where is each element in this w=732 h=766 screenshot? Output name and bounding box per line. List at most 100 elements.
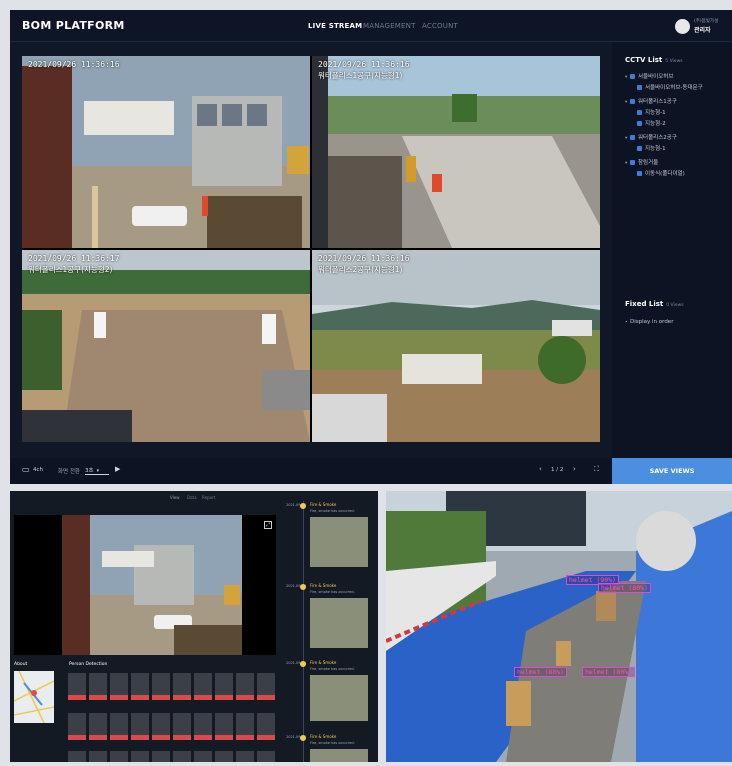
tree-item[interactable]: ▾ 서울바이오허브	[625, 72, 673, 80]
prev-page-icon[interactable]: ‹	[539, 465, 542, 473]
camera-tile[interactable]: 2021/09/26 11:36:17 워터폴리스1공구(지능형2)	[22, 250, 310, 442]
live-stream-app: BOM PLATFORM LIVE STREAM MANAGEMENT ACCO…	[10, 10, 732, 484]
monitor-icon: ▭	[22, 465, 30, 474]
detection-box[interactable]: helmet (88%)	[514, 667, 567, 677]
tab-live-stream[interactable]: LIVE STREAM	[308, 22, 362, 30]
tree-item[interactable]: 이동식(풀다이얼)	[637, 169, 685, 177]
tree-item[interactable]: 서울바이오허브-동대문구	[637, 83, 703, 91]
event-desc: Fire, smoke has occurred.	[310, 590, 355, 594]
tree-item[interactable]: ▾ 워터폴리스1공구	[625, 97, 677, 105]
camera-feed-1	[22, 56, 310, 248]
tree-label: 서울바이오허브-동대문구	[645, 85, 703, 91]
user-name: 관리자	[694, 27, 711, 34]
about-title: About	[14, 662, 28, 667]
tree-label: 워터폴리스1공구	[638, 99, 677, 105]
tree-item[interactable]: ▾ 워터폴리스2공구	[625, 133, 677, 141]
checkbox-icon[interactable]	[630, 160, 635, 165]
event-dot	[300, 661, 306, 667]
event-detail-app: View Data Report ⤢ About Person Detectio…	[10, 491, 378, 762]
channel-count[interactable]: 4ch	[33, 467, 43, 473]
event-title[interactable]: Fire & Smoke	[310, 734, 336, 739]
event-desc: Fire, smoke has occurred.	[310, 509, 355, 513]
checkbox-icon[interactable]	[637, 171, 642, 176]
tree-label: 이동식(풀다이얼)	[645, 171, 685, 177]
event-desc: Fire, smoke has occurred.	[310, 741, 355, 745]
brand-logo[interactable]: BOM PLATFORM	[22, 19, 125, 32]
camera-timestamp: 2021/09/26 11:36:16	[28, 60, 120, 69]
helmet-detection-view: helmet (90%) helmet (80%) helmet (88%) h…	[386, 491, 732, 762]
fixed-title-text: Fixed List	[625, 300, 664, 308]
camera-grid: 2021/09/26 11:36:16 2021/09/26 11:36:16 …	[22, 56, 600, 442]
fixed-item[interactable]: • Display in order	[625, 319, 673, 325]
chevron-down-icon: ▾	[96, 468, 100, 474]
play-icon[interactable]: ▶	[115, 465, 120, 473]
event-dot	[300, 735, 306, 741]
camera-feed-2	[312, 56, 600, 248]
tree-item[interactable]: 지능형-1	[637, 144, 666, 152]
camera-feed-4	[312, 250, 600, 442]
avatar[interactable]	[675, 19, 690, 34]
event-video[interactable]	[14, 515, 276, 655]
location-map[interactable]	[13, 670, 55, 724]
tree-item[interactable]: 지능형-2	[637, 119, 666, 127]
tab-data[interactable]: Data	[187, 495, 197, 500]
save-views-button[interactable]: SAVE VIEWS	[612, 458, 732, 484]
checkbox-icon[interactable]	[637, 121, 642, 126]
camera-timestamp: 2021/09/26 11:36:16	[318, 60, 410, 69]
event-thumb[interactable]	[310, 598, 368, 648]
map-image	[13, 670, 55, 724]
event-thumb[interactable]	[310, 517, 368, 567]
camera-timestamp: 2021/09/26 11:36:16	[318, 254, 410, 263]
fixed-count: 0 Views	[666, 303, 684, 308]
camera-timestamp: 2021/09/26 11:36:17	[28, 254, 120, 263]
tree-label: 참림거울	[638, 160, 659, 166]
checkbox-icon[interactable]	[630, 99, 635, 104]
tree-label: 워터폴리스2공구	[638, 135, 677, 141]
tab-report[interactable]: Report	[202, 495, 215, 500]
detection-box[interactable]: helmet (80%)	[598, 583, 651, 593]
expand-icon[interactable]: ⤢	[264, 521, 272, 529]
camera-tile[interactable]: 2021/09/26 11:36:16 워터폴리스1공구(지능형1)	[312, 56, 600, 248]
event-title[interactable]: Fire & Smoke	[310, 502, 336, 507]
tab-account[interactable]: ACCOUNT	[422, 22, 458, 30]
event-title[interactable]: Fire & Smoke	[310, 583, 336, 588]
construction-site-image	[386, 491, 732, 762]
pager: 1 / 2	[551, 467, 564, 473]
timeline-line	[303, 501, 304, 762]
tree-label: 지능형-1	[645, 146, 666, 152]
rotate-select[interactable]: 3초 ▾	[85, 464, 109, 475]
camera-label: 워터폴리스2공구(지능형1)	[318, 265, 403, 274]
person-thumbnail-grid	[68, 671, 276, 762]
checkbox-icon[interactable]	[630, 135, 635, 140]
event-thumb[interactable]	[310, 749, 368, 762]
camera-tile[interactable]: 2021/09/26 11:36:16	[22, 56, 310, 248]
checkbox-icon[interactable]	[637, 110, 642, 115]
tab-view[interactable]: View	[170, 495, 180, 500]
detection-box[interactable]: helmet (80%)	[582, 667, 635, 677]
checkbox-icon[interactable]	[637, 146, 642, 151]
fullscreen-icon[interactable]: ⛶	[594, 465, 599, 474]
event-thumb[interactable]	[310, 675, 368, 721]
tree-item[interactable]: 지능형-1	[637, 108, 666, 116]
top-nav: BOM PLATFORM LIVE STREAM MANAGEMENT ACCO…	[10, 10, 732, 42]
person-detection-title: Person Detection	[69, 662, 108, 667]
rotate-label: 화면 전환	[58, 469, 80, 475]
cctv-list-title: CCTV List 5 Views	[625, 56, 683, 64]
fixed-item-label: Display in order	[630, 319, 674, 325]
checkbox-icon[interactable]	[637, 85, 642, 90]
checkbox-icon[interactable]	[630, 74, 635, 79]
camera-tile[interactable]: 2021/09/26 11:36:16 워터폴리스2공구(지능형1)	[312, 250, 600, 442]
camera-label: 워터폴리스1공구(지능형1)	[318, 71, 403, 80]
cctv-title-text: CCTV List	[625, 56, 663, 64]
event-dot	[300, 584, 306, 590]
next-page-icon[interactable]: ›	[573, 465, 576, 473]
event-title[interactable]: Fire & Smoke	[310, 660, 336, 665]
tab-management[interactable]: MANAGEMENT	[363, 22, 416, 30]
rotate-value: 3초	[85, 468, 94, 474]
camera-label: 워터폴리스1공구(지능형2)	[28, 265, 113, 274]
user-org: (주)봄빛가설	[694, 19, 719, 24]
tree-item[interactable]: ▾ 참림거울	[625, 158, 658, 166]
event-desc: Fire, smoke has occurred.	[310, 667, 355, 671]
person-thumbnails	[68, 673, 275, 762]
camera-feed-3	[22, 250, 310, 442]
